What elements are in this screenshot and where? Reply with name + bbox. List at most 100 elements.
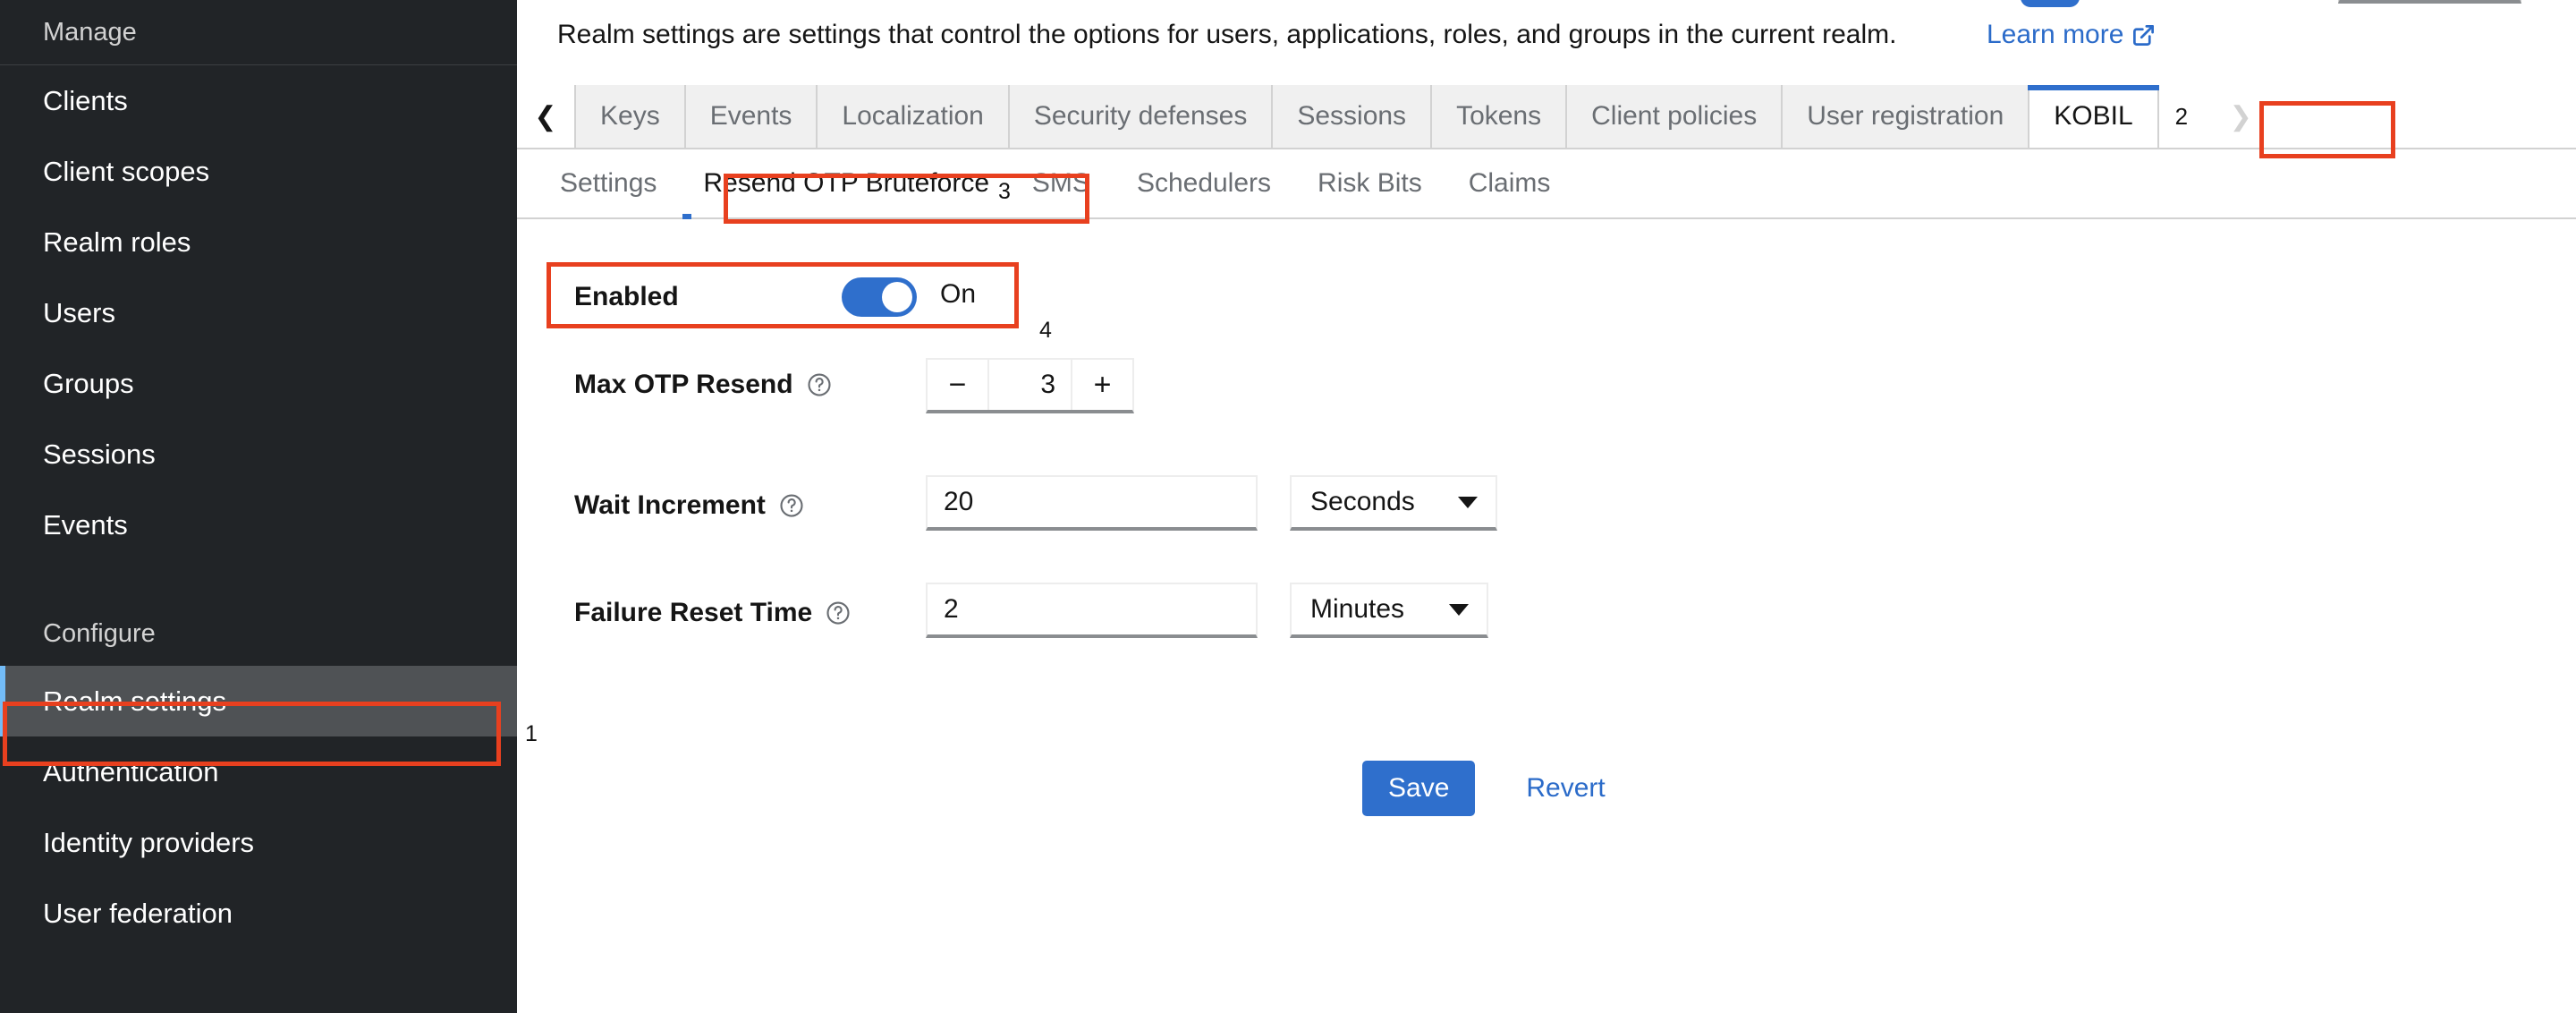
tab-client-policies[interactable]: Client policies — [1567, 85, 1784, 148]
revert-button[interactable]: Revert — [1506, 761, 1624, 816]
tab-annotation-number: 2 — [2158, 85, 2207, 148]
annotation-number-4: 4 — [1039, 318, 1052, 343]
tab-kobil[interactable]: KOBIL — [2028, 85, 2160, 148]
chevron-down-icon — [1449, 603, 1469, 616]
wait-increment-unit-value: Seconds — [1310, 487, 1415, 516]
tab-label: Keys — [600, 101, 660, 131]
chevron-left-icon[interactable]: ❮ — [517, 85, 574, 148]
failure-reset-time-unit-value: Minutes — [1310, 594, 1405, 624]
sidebar-item-label: Client scopes — [43, 155, 210, 187]
external-link-icon — [2131, 23, 2156, 47]
save-button[interactable]: Save — [1362, 761, 1476, 816]
subtab-label: Risk Bits — [1318, 168, 1422, 198]
decrement-button[interactable]: − — [928, 360, 989, 410]
sidebar-item-label: Identity providers — [43, 826, 255, 858]
sidebar-item-users[interactable]: Users — [0, 277, 517, 348]
tab-label: Sessions — [1297, 101, 1407, 131]
enabled-label: Enabled — [574, 282, 679, 311]
page-root: Manage Clients Client scopes Realm roles… — [0, 0, 2576, 1013]
tab-keys[interactable]: Keys — [574, 85, 686, 148]
tab-tokens[interactable]: Tokens — [1432, 85, 1568, 148]
question-circle-icon[interactable] — [806, 371, 833, 398]
page-header: Realm settings are settings that control… — [517, 0, 2576, 85]
max-otp-resend-label: Max OTP Resend — [574, 370, 793, 399]
subtab-risk-bits[interactable]: Risk Bits — [1294, 149, 1445, 217]
sidebar-item-sessions[interactable]: Sessions — [0, 419, 517, 489]
top-notification-chip — [2021, 0, 2080, 7]
tab-label: User registration — [1807, 101, 2004, 131]
tab-label: KOBIL — [2054, 101, 2133, 131]
top-right-panel — [2338, 0, 2521, 4]
tab-sessions[interactable]: Sessions — [1273, 85, 1433, 148]
sidebar-item-label: Users — [43, 296, 115, 328]
enabled-state-text: On — [940, 279, 977, 309]
question-circle-icon[interactable] — [778, 492, 805, 519]
subtab-claims[interactable]: Claims — [1445, 149, 1574, 217]
failure-reset-time-label-group: Failure Reset Time — [574, 598, 852, 628]
failure-reset-time-input[interactable]: 2 — [926, 583, 1258, 638]
wait-increment-input[interactable]: 20 — [926, 475, 1258, 531]
sidebar-item-events[interactable]: Events — [0, 489, 517, 560]
sidebar-item-realm-settings[interactable]: Realm settings — [0, 666, 517, 736]
tab-label: Events — [709, 101, 792, 131]
subtab-label: SMS — [1031, 168, 1090, 198]
form-actions: Save Revert — [1362, 761, 1625, 816]
sidebar-item-label: Groups — [43, 367, 134, 399]
subtab-schedulers[interactable]: Schedulers — [1114, 149, 1294, 217]
sidebar-item-label: Realm roles — [43, 226, 191, 258]
annotation-number-1: 1 — [525, 721, 538, 746]
sidebar-item-label: Sessions — [43, 438, 156, 470]
tab-security-defenses[interactable]: Security defenses — [1009, 85, 1274, 148]
sidebar-section-configure-label: Configure — [43, 618, 156, 648]
tab-label: Tokens — [1456, 101, 1542, 131]
enabled-toggle[interactable] — [842, 277, 917, 317]
main-content: Realm settings are settings that control… — [517, 0, 2576, 1013]
sidebar-item-user-federation[interactable]: User federation — [0, 878, 517, 949]
page-description: Realm settings are settings that control… — [557, 20, 1897, 49]
sidebar-item-label: User federation — [43, 897, 233, 929]
learn-more-link[interactable]: Learn more — [1987, 20, 2156, 50]
max-otp-resend-label-group: Max OTP Resend — [574, 370, 833, 400]
tab-localization[interactable]: Localization — [818, 85, 1010, 148]
chevron-down-icon — [1458, 496, 1478, 508]
tab-user-registration[interactable]: User registration — [1783, 85, 2030, 148]
toggle-knob — [882, 282, 912, 312]
subtab-label: Resend OTP Bruteforce — [703, 168, 990, 198]
sidebar-item-groups[interactable]: Groups — [0, 348, 517, 419]
subtab-label: Schedulers — [1136, 168, 1272, 198]
failure-reset-time-unit-select[interactable]: Minutes — [1290, 583, 1488, 638]
subtab-settings[interactable]: Settings — [537, 149, 680, 217]
max-otp-resend-value[interactable]: 3 — [989, 360, 1071, 410]
primary-tabs: Keys Events Localization Security defens… — [574, 85, 2160, 148]
sidebar-item-label: Realm settings — [43, 685, 227, 717]
subtab-sms[interactable]: SMS — [1009, 149, 1114, 217]
tab-events[interactable]: Events — [685, 85, 818, 148]
max-otp-resend-stepper: − 3 + — [926, 358, 1134, 413]
sidebar-item-authentication[interactable]: Authentication — [0, 736, 517, 807]
tab-label: Security defenses — [1033, 101, 1248, 131]
enabled-row: Enabled On — [547, 262, 1019, 332]
chevron-right-icon[interactable]: ❯ — [2206, 85, 2276, 148]
subtab-label: Settings — [560, 168, 657, 198]
sidebar-section-manage-label: Manage — [43, 17, 137, 47]
sidebar-item-clients[interactable]: Clients — [0, 65, 517, 136]
sidebar-item-label: Authentication — [43, 755, 219, 787]
subtab-resend-otp-bruteforce[interactable]: Resend OTP Bruteforce — [680, 149, 1013, 219]
tab-label: Client policies — [1591, 101, 1758, 131]
wait-increment-label-group: Wait Increment — [574, 490, 805, 521]
sidebar-item-identity-providers[interactable]: Identity providers — [0, 807, 517, 878]
sidebar-item-client-scopes[interactable]: Client scopes — [0, 136, 517, 207]
wait-increment-unit-select[interactable]: Seconds — [1290, 475, 1497, 531]
primary-tab-bar: ❮ Keys Events Localization Security defe… — [517, 85, 2576, 149]
increment-button[interactable]: + — [1071, 360, 1132, 410]
subtab-label: Claims — [1468, 168, 1551, 198]
tab-label: Localization — [842, 101, 984, 131]
question-circle-icon[interactable] — [825, 600, 852, 626]
sidebar: Manage Clients Client scopes Realm roles… — [0, 0, 517, 1013]
sidebar-item-realm-roles[interactable]: Realm roles — [0, 207, 517, 277]
secondary-tab-bar: Settings Resend OTP Bruteforce 3 SMS Sch… — [517, 149, 2576, 219]
wait-increment-label: Wait Increment — [574, 490, 766, 520]
sidebar-item-label: Events — [43, 508, 128, 541]
failure-reset-time-label: Failure Reset Time — [574, 598, 813, 627]
